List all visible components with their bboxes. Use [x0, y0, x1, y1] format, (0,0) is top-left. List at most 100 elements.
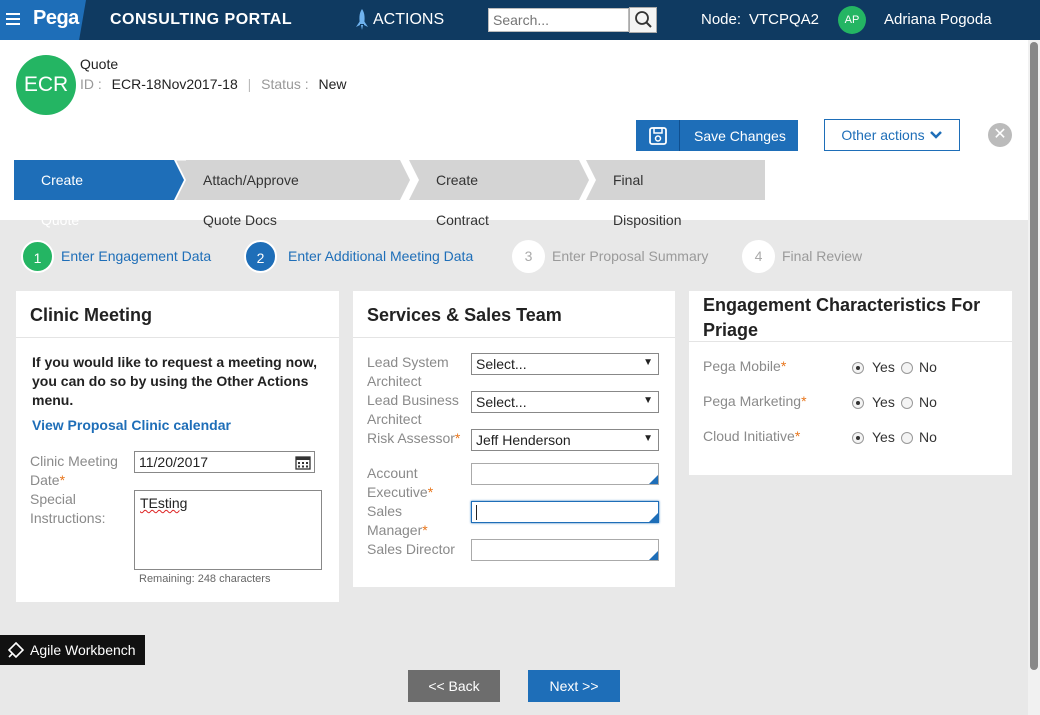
engagement-title: Engagement Characteristics For Priage	[703, 295, 981, 340]
stage-final-disposition[interactable]: Final Disposition	[613, 160, 681, 228]
top-bar: Pega CONSULTING PORTAL ACTIONS Node: VTC…	[0, 0, 1040, 40]
portal-title: CONSULTING PORTAL	[110, 11, 293, 28]
scrollbar-thumb[interactable]	[1030, 42, 1038, 670]
pega-mobile-yes-label[interactable]: Yes	[872, 359, 895, 375]
actions-menu[interactable]: ACTIONS	[354, 9, 444, 31]
pega-marketing-yes-label[interactable]: Yes	[872, 394, 895, 410]
lead-system-architect-label: Lead System Architect	[367, 354, 449, 389]
cloud-initiative-label: Cloud Initiative*	[703, 428, 801, 444]
stage-create-quote[interactable]: Create Quote	[41, 160, 83, 228]
special-instructions-textarea[interactable]: TEsting	[134, 490, 322, 570]
clinic-instruction: If you would like to request a meeting n…	[32, 354, 317, 408]
meta-separator: |	[247, 76, 252, 92]
other-actions-label: Other actions	[841, 127, 925, 143]
panel-divider	[689, 341, 1012, 342]
calendar-icon[interactable]	[295, 455, 311, 470]
risk-assessor-label: Risk Assessor*	[367, 430, 461, 446]
special-instructions-label: Special Instructions:	[30, 491, 106, 526]
clinic-date-label: Clinic Meeting Date*	[30, 453, 118, 488]
dropdown-arrow-icon: ▼	[643, 395, 653, 406]
chevron-down-icon	[929, 131, 942, 139]
case-meta: ID : ECR-18Nov2017-18 | Status : New	[80, 76, 347, 92]
risk-assessor-select[interactable]: Jeff Henderson ▼	[471, 429, 659, 451]
special-instructions-value: TEsting	[140, 495, 188, 511]
search-input[interactable]	[488, 8, 629, 32]
clinic-meeting-title: Clinic Meeting	[30, 305, 153, 325]
workbench-icon	[8, 642, 24, 658]
clinic-date-value: 11/20/2017	[139, 454, 209, 470]
node-value: VTCPQA2	[749, 11, 820, 28]
stage-attach-approve[interactable]: Attach/Approve Quote Docs	[203, 160, 299, 228]
user-avatar[interactable]: AP	[838, 6, 866, 34]
cloud-initiative-no-radio[interactable]	[901, 432, 913, 444]
pega-logo[interactable]: Pega	[33, 7, 79, 30]
save-label: Save Changes	[694, 127, 786, 144]
autocomplete-corner-icon	[649, 551, 658, 560]
other-actions-button[interactable]: Other actions	[824, 119, 960, 151]
close-icon[interactable]: ✕	[988, 123, 1012, 147]
case-header: ECR Quote ID : ECR-18Nov2017-18 | Status…	[0, 40, 1028, 228]
pega-mobile-no-radio[interactable]	[901, 362, 913, 374]
pega-marketing-label: Pega Marketing*	[703, 393, 807, 409]
pega-mobile-label: Pega Mobile*	[703, 358, 787, 374]
step-4-circle: 4	[742, 240, 775, 273]
save-changes-button[interactable]: Save Changes	[636, 120, 798, 151]
dropdown-arrow-icon: ▼	[643, 433, 653, 444]
cloud-initiative-yes-label[interactable]: Yes	[872, 429, 895, 445]
search-button[interactable]	[629, 7, 657, 33]
search-icon	[635, 11, 652, 28]
step-3-label: Enter Proposal Summary	[552, 248, 709, 264]
services-sales-panel: Services & Sales Team Lead System Archit…	[353, 291, 675, 587]
pega-marketing-no-radio[interactable]	[901, 397, 913, 409]
clinic-date-field[interactable]: 11/20/2017	[134, 451, 315, 473]
node-label: Node:	[701, 11, 742, 28]
rocket-icon	[356, 9, 368, 30]
cloud-initiative-no-label[interactable]: No	[919, 429, 937, 445]
back-button[interactable]: << Back	[408, 670, 500, 702]
engagement-characteristics-panel: Engagement Characteristics For Priage Pe…	[689, 291, 1012, 475]
pega-mobile-yes-radio[interactable]	[852, 362, 864, 374]
case-avatar: ECR	[16, 55, 76, 115]
account-executive-label: Account Executive*	[367, 465, 434, 500]
sales-manager-label: Sales Manager*	[367, 503, 428, 538]
text-cursor	[476, 505, 477, 520]
account-executive-input[interactable]	[471, 463, 659, 485]
step-4-label: Final Review	[782, 248, 863, 264]
actions-label: ACTIONS	[373, 11, 445, 28]
remaining-characters: Remaining: 248 characters	[139, 573, 271, 585]
calendar-link[interactable]: View Proposal Clinic calendar	[32, 417, 231, 433]
step-3-circle: 3	[512, 240, 545, 273]
sales-director-input[interactable]	[471, 539, 659, 561]
cloud-initiative-yes-radio[interactable]	[852, 432, 864, 444]
lead-system-architect-select[interactable]: Select... ▼	[471, 353, 659, 375]
step-indicator: 1 Enter Engagement Data 2 Enter Addition…	[0, 236, 1028, 276]
case-id-label: ID :	[80, 76, 102, 92]
pega-marketing-yes-radio[interactable]	[852, 397, 864, 409]
services-sales-title: Services & Sales Team	[367, 305, 562, 325]
autocomplete-corner-icon	[649, 475, 658, 484]
case-status-value: New	[318, 76, 347, 92]
case-id-value: ECR-18Nov2017-18	[111, 76, 238, 92]
panel-divider	[353, 337, 675, 338]
pega-marketing-no-label[interactable]: No	[919, 394, 937, 410]
step-2-label[interactable]: Enter Additional Meeting Data	[288, 248, 473, 264]
case-status-label: Status :	[261, 76, 309, 92]
stage-create-contract[interactable]: Create Contract	[436, 160, 489, 228]
agile-workbench-button[interactable]: Agile Workbench	[0, 635, 145, 665]
page-scrollbar[interactable]	[1028, 40, 1040, 715]
step-1-label[interactable]: Enter Engagement Data	[61, 248, 211, 264]
step-2-circle: 2	[244, 240, 277, 273]
panel-divider	[16, 337, 339, 338]
lead-business-architect-select[interactable]: Select... ▼	[471, 391, 659, 413]
autocomplete-corner-icon	[649, 513, 658, 522]
dropdown-arrow-icon: ▼	[643, 357, 653, 368]
sales-director-label: Sales Director	[367, 541, 455, 557]
pega-mobile-no-label[interactable]: No	[919, 359, 937, 375]
sales-manager-input[interactable]	[471, 501, 659, 523]
hamburger-menu-icon[interactable]	[6, 13, 20, 25]
clinic-meeting-panel: Clinic Meeting If you would like to requ…	[16, 291, 339, 602]
user-name[interactable]: Adriana Pogoda	[884, 11, 992, 28]
save-disk-icon	[636, 120, 680, 151]
next-button[interactable]: Next >>	[528, 670, 620, 702]
step-1-circle: 1	[21, 240, 54, 273]
